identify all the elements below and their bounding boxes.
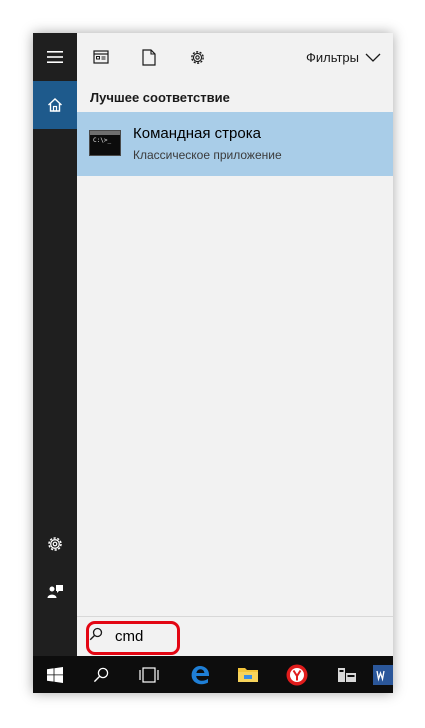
word-icon — [373, 664, 393, 685]
search-icon — [93, 667, 109, 682]
edge-taskbar-button[interactable] — [176, 656, 224, 693]
search-results: Лучшее соответствие C:\>_ Командная стро… — [77, 81, 393, 656]
settings-button[interactable] — [33, 520, 77, 568]
file-explorer-icon — [238, 667, 258, 682]
feedback-person-icon — [47, 585, 63, 598]
apps-icon — [93, 50, 109, 64]
task-view-button[interactable] — [125, 656, 173, 693]
chevron-down-icon — [365, 53, 381, 62]
hamburger-menu-icon — [47, 51, 63, 63]
apps-filter-button[interactable] — [89, 45, 113, 69]
settings-filter-button[interactable] — [185, 45, 209, 69]
start-search-window: Фильтры Лучшее соответствие C:\>_ Команд… — [33, 33, 393, 693]
result-title: Командная строка — [133, 125, 261, 142]
settings-icon — [190, 50, 204, 64]
filters-dropdown[interactable]: Фильтры — [306, 46, 381, 68]
windows-start-icon — [47, 666, 63, 683]
app-taskbar-button[interactable] — [323, 656, 371, 693]
settings-gear-icon — [48, 537, 62, 551]
app-icon — [338, 667, 356, 682]
search-icon — [89, 627, 103, 641]
edge-browser-icon — [191, 665, 209, 684]
yandex-taskbar-button[interactable] — [273, 656, 321, 693]
taskbar — [33, 656, 393, 693]
feedback-button[interactable] — [33, 568, 77, 616]
best-match-result[interactable]: C:\>_ Командная строка Классическое прил… — [77, 112, 393, 176]
file-explorer-taskbar-button[interactable] — [224, 656, 272, 693]
menu-button[interactable] — [33, 33, 77, 81]
yandex-browser-icon — [286, 664, 308, 685]
command-prompt-icon-text: C:\>_ — [93, 137, 112, 144]
left-rail — [33, 33, 77, 656]
documents-icon — [142, 48, 156, 66]
search-toolbar: Фильтры — [77, 33, 393, 81]
task-view-icon — [139, 666, 159, 683]
filters-label: Фильтры — [305, 49, 359, 65]
command-prompt-icon: C:\>_ — [89, 130, 121, 156]
start-button[interactable] — [31, 656, 79, 693]
documents-filter-button[interactable] — [137, 45, 161, 69]
search-input[interactable] — [115, 626, 173, 646]
word-taskbar-button[interactable] — [373, 656, 393, 693]
taskbar-search-button[interactable] — [77, 656, 125, 693]
result-subtitle: Классическое приложение — [133, 148, 282, 162]
best-match-heading: Лучшее соответствие — [90, 90, 230, 105]
home-button[interactable] — [33, 81, 77, 129]
home-icon — [48, 98, 62, 112]
search-bar — [77, 616, 393, 657]
